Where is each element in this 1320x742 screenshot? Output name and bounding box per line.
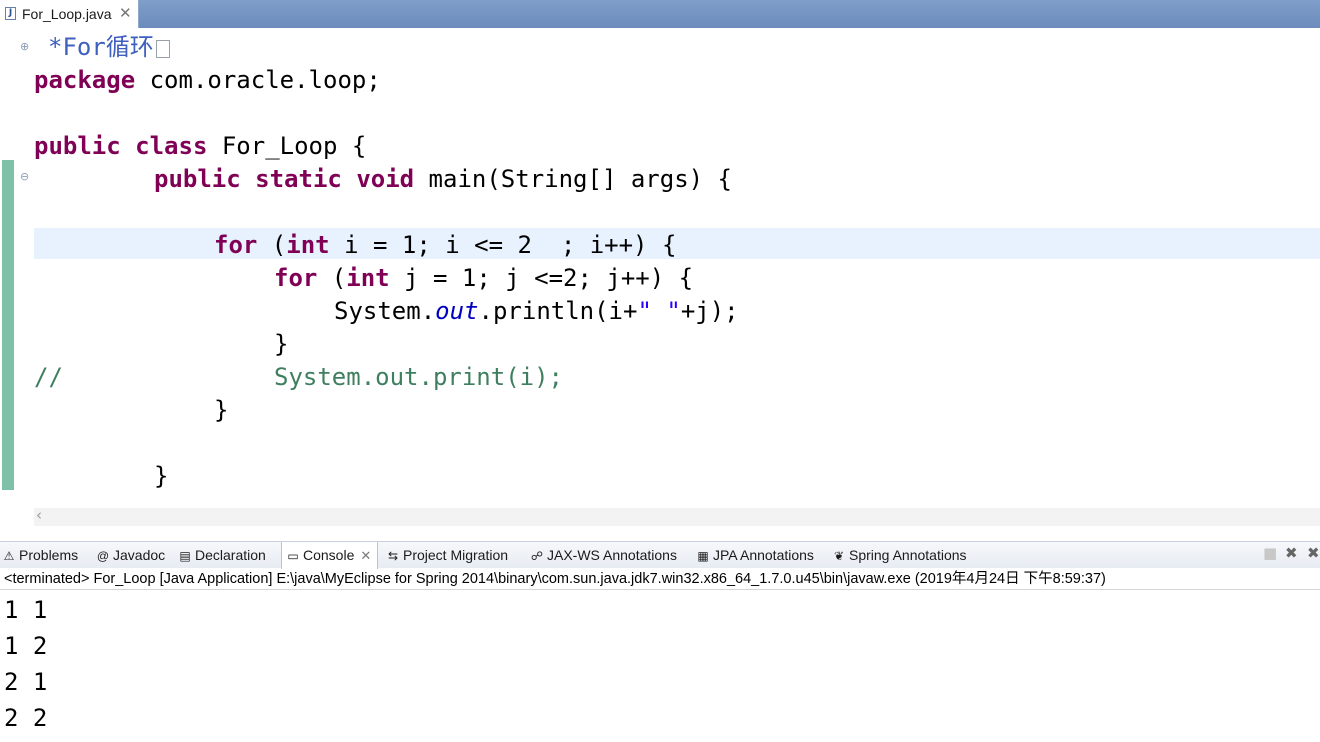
problems-icon: ⚠ [3,549,15,563]
java-file-icon: J [5,7,16,20]
folded-placeholder-icon[interactable] [155,40,170,58]
code-line-for-brace: } [214,396,229,424]
folded-javadoc: *For循环 [48,33,154,61]
editor-tab-for-loop[interactable]: J For_Loop.java ✕ [0,0,139,28]
tab-declaration[interactable]: ▤ Declaration [178,542,266,569]
editor-tab-bar: J For_Loop.java ✕ [0,0,1320,28]
declaration-icon: ▤ [179,549,191,563]
scroll-left-icon[interactable]: ‹ [36,506,42,524]
code-line-folded-comment: *For循环 [48,31,170,64]
tab-console[interactable]: ▭ Console ✕ [281,542,379,569]
code-line-comment: // [34,363,63,391]
code-line-println: System.out.println(i+" "+j); [334,297,739,325]
tab-jaxws-annotations[interactable]: ☍ JAX-WS Annotations [530,542,677,569]
editor-tab-label: For_Loop.java [22,6,112,22]
console-output-line: 1 1 [4,596,48,624]
tab-problems[interactable]: ⚠ Problems [2,542,79,569]
console-status-line: <terminated> For_Loop [Java Application]… [0,568,1320,590]
close-icon[interactable]: ✕ [360,548,371,563]
terminate-icon[interactable]: ■ [1263,544,1277,562]
migration-icon: ⇆ [387,549,399,563]
code-line-comment-text: System.out.print(i); [274,363,563,391]
console-output-line: 2 1 [4,668,48,696]
jaxws-icon: ☍ [530,549,544,563]
code-line-package: package com.oracle.loop; [34,66,381,94]
remove-launch-icon[interactable]: ✖ [1285,544,1298,562]
tab-spring-annotations[interactable]: ❦ Spring Annotations [832,542,967,569]
tab-javadoc[interactable]: @ Javadoc [96,542,165,569]
tab-jpa-annotations[interactable]: ▦ JPA Annotations [696,542,814,569]
collapse-fold-icon[interactable]: ⊖ [20,170,29,183]
console-icon: ▭ [287,549,299,563]
views-tab-bar: ⚠ Problems @ Javadoc ▤ Declaration ▭ Console… [0,541,1320,569]
tab-project-migration[interactable]: ⇆ Project Migration [386,542,508,569]
jpa-icon: ▦ [697,549,709,563]
close-icon[interactable]: ✕ [119,4,132,22]
code-line-class: public class For_Loop { [34,132,367,160]
code-line-inner-brace: } [274,330,289,358]
code-line-inner-for: for (int j = 1; j <=2; j++) { [274,264,694,292]
code-editor[interactable]: ⊕ ⊖ *For循环 package com.oracle.loop; publ… [0,28,1320,528]
remove-all-launches-icon[interactable]: ✖ [1307,544,1320,562]
horizontal-scrollbar[interactable]: ‹ [34,506,1320,526]
code-line-main: public static void main(String[] args) { [154,165,732,193]
spring-icon: ❦ [833,549,845,563]
expand-fold-icon[interactable]: ⊕ [20,40,29,53]
change-indicator-bar [2,160,14,490]
at-icon: @ [96,549,110,563]
console-output-line: 1 2 [4,632,48,660]
code-line-outer-for: for (int i = 1; i <= 2 ; i++) { [214,231,677,259]
code-line-main-brace: } [154,462,169,490]
console-output-line: 2 2 [4,704,48,732]
